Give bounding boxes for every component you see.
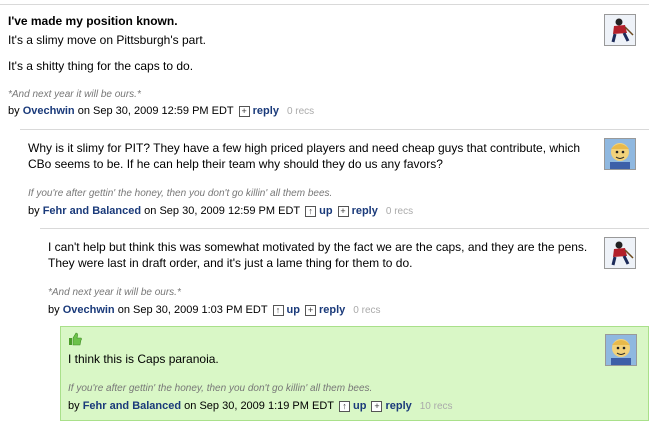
by-label: by [28,205,40,217]
by-label: by [48,304,60,316]
byline: by Fehr and Balanced on Sep 30, 2009 1:1… [68,400,453,412]
up-button[interactable]: up [319,205,332,217]
hockey-player-avatar-icon [605,238,635,268]
recs-count: 0 recs [286,105,315,117]
reply-icon[interactable]: + [371,400,383,412]
recs-count: 0 recs [353,304,381,316]
byline: by Ovechwin on Sep 30, 2009 1:03 PM EDT … [48,304,381,316]
hockey-player-avatar-icon [605,15,635,45]
byline: by Ovechwin on Sep 30, 2009 12:59 PM EDT… [8,105,314,117]
user-avatar[interactable] [604,138,636,170]
up-button[interactable]: up [353,400,366,412]
reply-icon[interactable]: + [238,105,250,117]
timestamp: on Sep 30, 2009 1:19 PM EDT [184,400,334,412]
signature: *And next year it will be ours.* [8,89,141,100]
reply-icon[interactable]: + [337,205,349,217]
author-link[interactable]: Fehr and Balanced [43,205,141,217]
user-avatar[interactable] [604,14,636,46]
reply-button[interactable]: reply [352,205,378,217]
recs-count: 0 recs [385,205,414,217]
comment-text-line: They were last in draft order, and it's … [48,256,413,270]
signature: If you're after gettin' the honey, then … [28,188,333,199]
up-icon[interactable]: ↑ [305,205,317,217]
comment-2: Why is it slimy for PIT? They have a few… [20,129,649,223]
timestamp: on Sep 30, 2009 12:59 PM EDT [77,105,234,117]
comment-3: I can't help but think this was somewhat… [40,228,649,320]
cartoon-avatar-icon [606,335,636,365]
reply-button[interactable]: reply [319,304,345,316]
up-button[interactable]: up [287,304,300,316]
signature: If you're after gettin' the honey, then … [68,383,373,394]
timestamp: on Sep 30, 2009 1:03 PM EDT [117,304,268,316]
signature: *And next year it will be ours.* [48,287,181,298]
user-avatar[interactable] [604,237,636,269]
comment-text-line: It's a slimy move on Pittsburgh's part. [8,33,206,47]
reply-button[interactable]: reply [385,400,411,412]
comment-text-line: It's a shitty thing for the caps to do. [8,59,194,73]
byline: by Fehr and Balanced on Sep 30, 2009 12:… [28,205,413,217]
thumbs-up-icon [69,332,82,346]
up-icon[interactable]: ↑ [339,400,350,412]
up-icon[interactable]: ↑ [272,304,284,316]
timestamp: on Sep 30, 2009 12:59 PM EDT [144,205,301,217]
author-link[interactable]: Ovechwin [63,304,115,316]
reply-icon[interactable]: + [305,304,316,316]
author-link[interactable]: Fehr and Balanced [83,400,181,412]
comment-text-line: CBo seems to be. If he can help their te… [28,157,443,171]
reply-button[interactable]: reply [253,105,279,117]
comment-text-line: I think this is Caps paranoia. [68,352,219,366]
author-link[interactable]: Ovechwin [23,105,75,117]
by-label: by [68,400,80,412]
recs-count: 10 recs [419,400,453,412]
comment-title: I've made my position known. [8,14,178,28]
by-label: by [8,105,20,117]
comment-text-line: I can't help but think this was somewhat… [48,240,588,254]
user-avatar[interactable] [605,334,637,366]
comment-1: I've made my position known. It's a slim… [0,4,649,122]
cartoon-avatar-icon [605,139,635,169]
comment-4-highlighted: I think this is Caps paranoia. If you're… [60,326,649,421]
comment-text-line: Why is it slimy for PIT? They have a few… [28,141,581,155]
